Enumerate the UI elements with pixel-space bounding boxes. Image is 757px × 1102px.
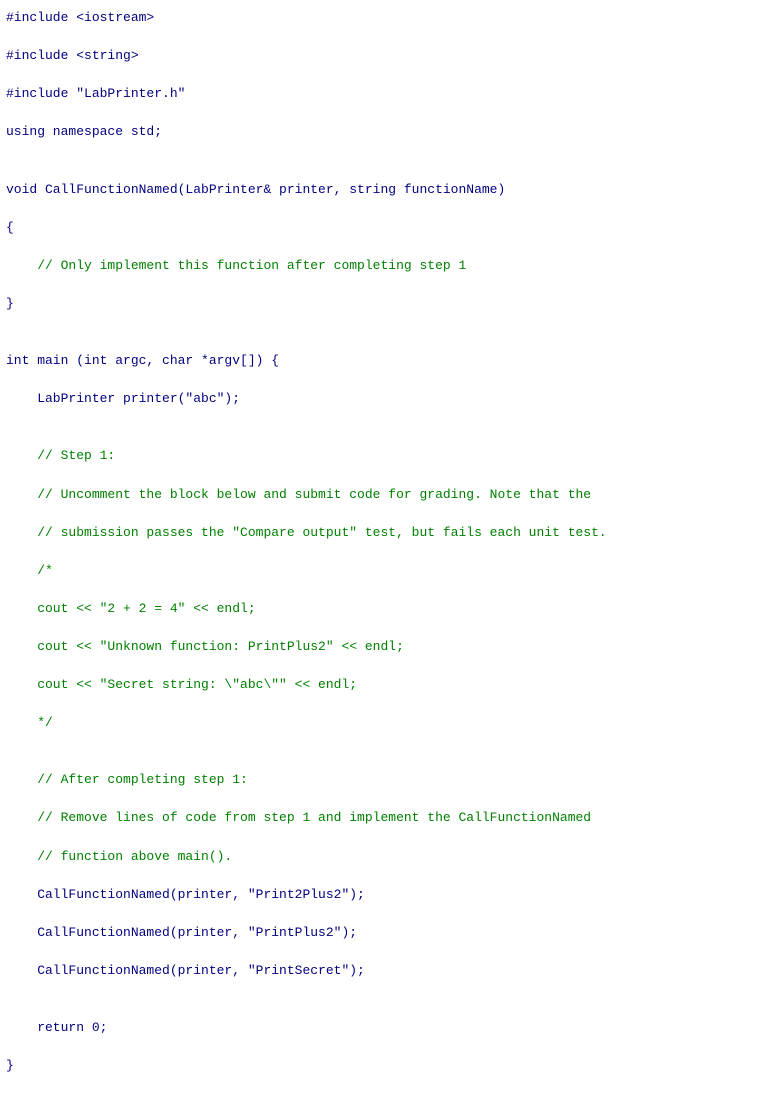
code-line: CallFunctionNamed(printer, "Print2Plus2"… <box>6 885 751 904</box>
code-line: // Remove lines of code from step 1 and … <box>6 808 751 827</box>
code-line: */ <box>6 713 751 732</box>
code-editor: #include <iostream> #include <string> #inc… <box>0 0 757 1102</box>
code-line: #include <iostream> <box>6 8 751 27</box>
code-line: CallFunctionNamed(printer, "PrintSecret"… <box>6 961 751 980</box>
code-empty-line <box>6 999 751 1018</box>
code-empty-line <box>6 751 751 770</box>
code-line: // function above main(). <box>6 847 751 866</box>
code-line: CallFunctionNamed(printer, "PrintPlus2")… <box>6 923 751 942</box>
code-line: #include <string> <box>6 46 751 65</box>
code-line: } <box>6 1056 751 1075</box>
code-line: // Step 1: <box>6 446 751 465</box>
code-line: // Uncomment the block below and submit … <box>6 485 751 504</box>
code-line: using namespace std; <box>6 122 751 141</box>
code-line: cout << "2 + 2 = 4" << endl; <box>6 599 751 618</box>
code-line: // After completing step 1: <box>6 770 751 789</box>
code-line: LabPrinter printer("abc"); <box>6 389 751 408</box>
code-line: #include "LabPrinter.h" <box>6 84 751 103</box>
code-line: { <box>6 218 751 237</box>
code-empty-line <box>6 160 751 179</box>
code-line: return 0; <box>6 1018 751 1037</box>
code-line: cout << "Unknown function: PrintPlus2" <… <box>6 637 751 656</box>
code-line: // submission passes the "Compare output… <box>6 523 751 542</box>
code-line: /* <box>6 561 751 580</box>
code-empty-line <box>6 332 751 351</box>
code-empty-line <box>6 427 751 446</box>
code-line: } <box>6 294 751 313</box>
code-line: // Only implement this function after co… <box>6 256 751 275</box>
code-line: int main (int argc, char *argv[]) { <box>6 351 751 370</box>
code-line: void CallFunctionNamed(LabPrinter& print… <box>6 180 751 199</box>
code-line: cout << "Secret string: \"abc\"" << endl… <box>6 675 751 694</box>
